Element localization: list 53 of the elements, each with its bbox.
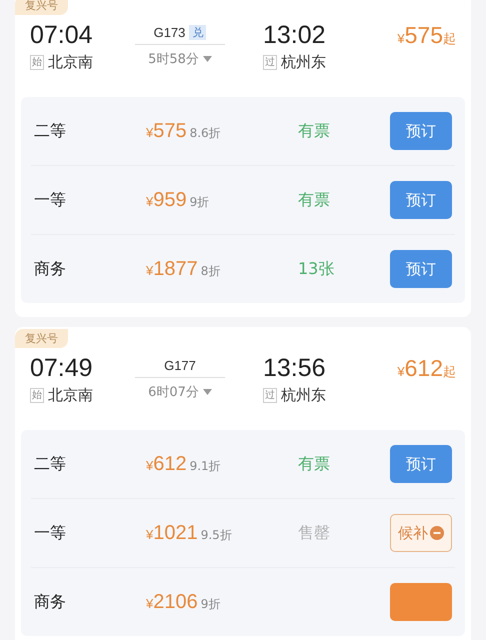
seat-price: ¥575 xyxy=(146,120,187,142)
ticket-status: 售罄 xyxy=(298,522,331,544)
arrival-time: 13:56 xyxy=(263,353,327,384)
seat-class: 一等 xyxy=(33,190,67,210)
arrival-station: 杭州东 xyxy=(281,53,326,72)
discount: 9.1折 xyxy=(190,458,221,474)
minus-icon xyxy=(430,526,444,540)
seat-class: 商务 xyxy=(33,592,67,612)
ticket-status: 有票 xyxy=(298,190,331,210)
book-button[interactable]: 预订 xyxy=(390,181,452,219)
departure-station: 北京南 xyxy=(48,53,93,72)
station-tag: 始 xyxy=(30,55,44,70)
ticket-status: 有票 xyxy=(298,120,331,142)
seat-price: ¥2106 xyxy=(146,590,198,614)
discount: 8折 xyxy=(200,262,220,280)
caret-icon xyxy=(202,56,212,62)
discount: 9.5折 xyxy=(200,526,232,544)
train-number: G173 xyxy=(154,25,186,40)
train-type-badge: 复兴号 xyxy=(15,329,68,348)
train-number: G177 xyxy=(164,358,196,373)
caret-icon xyxy=(202,389,212,395)
seat-class: 商务 xyxy=(33,258,67,280)
seat-class: 二等 xyxy=(33,120,67,142)
departure-station: 北京南 xyxy=(48,386,93,405)
station-tag: 过 xyxy=(263,388,277,403)
discount: 9折 xyxy=(190,194,210,210)
book-button[interactable]: 预订 xyxy=(390,112,452,150)
seat-class: 一等 xyxy=(33,522,67,544)
arrival-station: 杭州东 xyxy=(281,386,326,405)
train-type-badge: 复兴号 xyxy=(15,0,68,15)
duration-toggle[interactable]: 6时07分 xyxy=(148,383,212,401)
discount: 9折 xyxy=(200,596,220,612)
duration-toggle[interactable]: 5时58分 xyxy=(148,50,212,68)
lowest-price: ¥612起 xyxy=(397,354,456,383)
ticket-status: 13张 xyxy=(298,258,336,280)
station-tag: 始 xyxy=(30,388,44,403)
seat-price: ¥1021 xyxy=(146,522,198,544)
seat-price: ¥1877 xyxy=(146,258,198,280)
departure-time: 07:49 xyxy=(30,353,94,384)
departure-time: 07:04 xyxy=(30,20,94,51)
book-button[interactable]: 预订 xyxy=(390,250,452,288)
arrival-time: 13:02 xyxy=(263,20,327,51)
lowest-price: ¥575起 xyxy=(397,21,456,50)
book-button[interactable]: 预订 xyxy=(390,445,452,483)
seat-price: ¥612 xyxy=(146,452,187,476)
station-tag: 过 xyxy=(263,55,277,70)
book-button[interactable]: 候补 xyxy=(390,514,452,552)
seat-price: ¥959 xyxy=(146,188,187,212)
exchange-tag: 兑 xyxy=(189,25,206,40)
ticket-status: 有票 xyxy=(298,454,331,474)
book-button[interactable] xyxy=(390,583,452,621)
discount: 8.6折 xyxy=(190,124,221,142)
seat-class: 二等 xyxy=(33,454,67,474)
